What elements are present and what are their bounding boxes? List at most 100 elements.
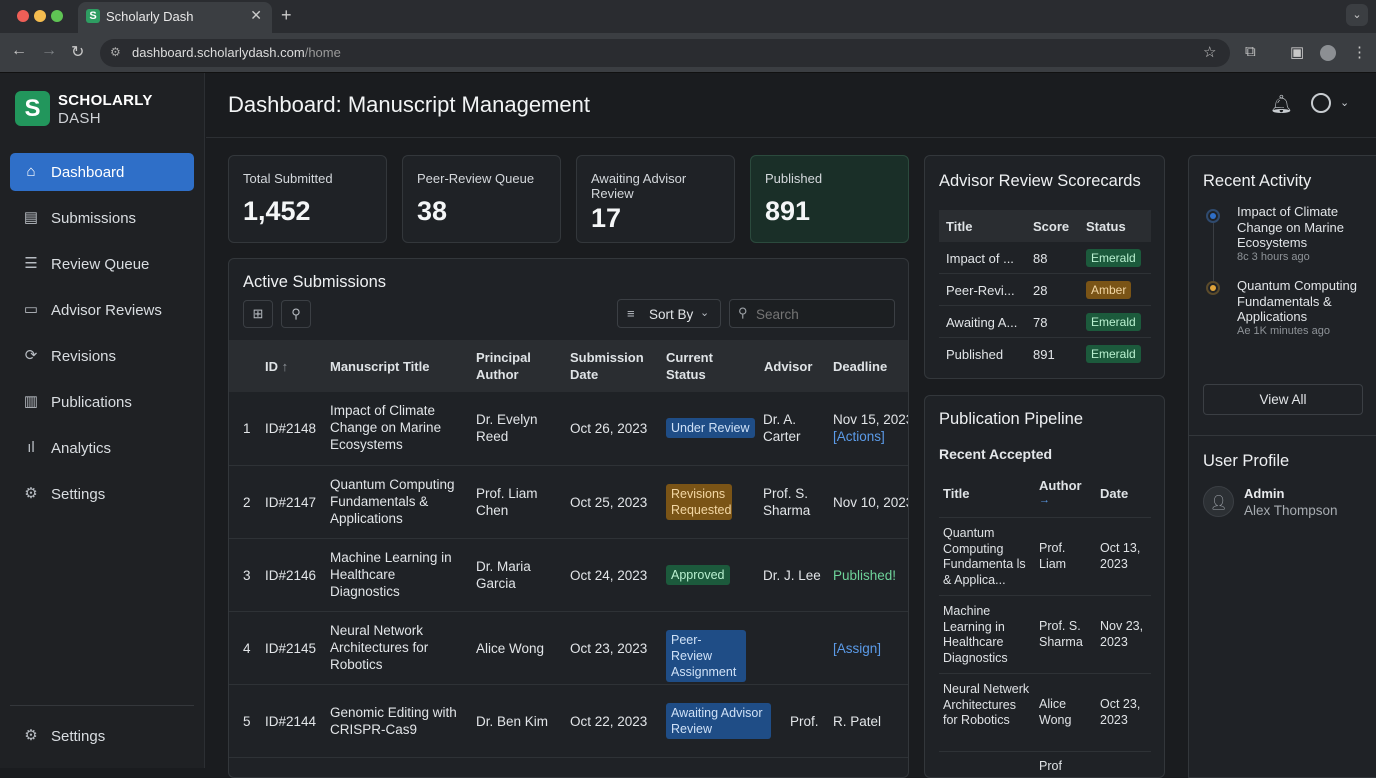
sort-by-dropdown[interactable]: ≡ Sort By ⌄ [617,299,721,328]
row-deadline: Nov 15, 2023 [833,412,909,427]
table-row[interactable]: 3 ID#2146 Machine Learning in Healthcare… [229,539,908,611]
pipeline-row[interactable]: Prof [939,753,1151,777]
side-panel-icon[interactable]: ▣ [1290,43,1304,61]
row-actions-link[interactable]: [Actions] [833,428,885,445]
search-input[interactable] [756,304,886,324]
column-header-id[interactable]: ID ↑ [265,358,288,375]
table-row[interactable]: 1 ID#2148 Impact of Climate Change on Ma… [229,392,909,465]
new-tab-icon[interactable]: + [281,5,292,26]
pipeline-author: Alice Wong [1039,697,1072,727]
browser-tab[interactable]: S Scholarly Dash ✕ [78,2,272,33]
active-submissions-panel: Active Submissions ⊞ ⚲ ≡ Sort By ⌄ ⚲ ID … [228,258,909,778]
pipeline-row[interactable]: Machine Learning in Healthcare Diagnosti… [939,597,1151,674]
pipeline-date: Oct 13, 2023 [1100,541,1141,571]
user-account-icon[interactable] [1311,93,1331,113]
sidebar-item-label: Advisor Reviews [51,302,162,319]
row-advisor: Dr. A. Carter [763,412,801,444]
row-number: 3 [243,568,251,583]
column-header-deadline[interactable]: Deadline [833,358,887,375]
address-bar[interactable]: ⚙ dashboard.scholarlydash.com/home [100,39,1230,67]
row-title[interactable]: Quantum Computing Fundamentals & Applica… [330,476,460,527]
column-header-advisor[interactable]: Advisor [764,358,812,375]
sidebar-item-advisor-reviews[interactable]: ▭ Advisor Reviews [10,291,194,329]
row-id: ID#2144 [265,714,317,729]
browser-menu-icon[interactable]: ⋮ [1352,43,1367,61]
scorecard-row[interactable]: Peer-Revi... 28 Amber [939,274,1151,306]
page-title: Dashboard: Manuscript Management [228,92,590,117]
stat-card-total-submitted[interactable]: Total Submitted 1,452 [228,155,387,243]
window-close-control[interactable] [17,10,29,22]
status-badge: Awaiting Advisor Review [666,703,771,739]
column-header-date[interactable]: Submission Date [570,349,650,383]
tab-close-icon[interactable]: ✕ [250,7,262,24]
sidebar-divider [10,705,194,706]
chevron-down-icon[interactable]: ⌄ [1340,96,1349,109]
notification-bell-icon[interactable]: 🔔︎ [1270,94,1293,115]
sidebar-item-submissions[interactable]: ▤ Submissions [10,199,194,237]
panel-divider [1189,435,1376,436]
column-header-status[interactable]: Current Status [666,349,726,383]
table-header: ID ↑ Manuscript Title Principal Author S… [229,340,908,392]
sidebar-item-revisions[interactable]: ⟳ Revisions [10,337,194,375]
bookmark-star-icon[interactable]: ☆ [1203,43,1216,61]
scorecard-row[interactable]: Awaiting A... 78 Emerald [939,306,1151,338]
view-all-button[interactable]: View All [1203,384,1363,415]
site-info-icon[interactable]: ⚙ [110,45,121,59]
sidebar-footer-settings[interactable]: ⚙ Settings [10,717,194,755]
scorecard-row[interactable]: Published 891 Emerald [939,338,1151,370]
status-badge: Emerald [1086,345,1141,363]
row-title[interactable]: Machine Learning in Healthcare Diagnosti… [330,549,460,600]
table-row[interactable]: 5 ID#2144 Genomic Editing with CRISPR-Ca… [229,685,908,757]
back-arrow-icon[interactable]: ← [11,42,27,60]
reload-icon[interactable]: ↻ [71,42,84,62]
filter-search-icon[interactable]: ⚲ [281,300,311,328]
activity-text[interactable]: Quantum Computing Fundamentals & Applica… [1237,278,1372,325]
stat-card-awaiting-advisor-review[interactable]: Awaiting Advisor Review 17 [576,155,735,243]
sidebar-item-review-queue[interactable]: ☰ Review Queue [10,245,194,283]
pipeline-header: Title Author → Date [939,472,1151,518]
pipeline-row[interactable]: Quantum Computing Fundamenta ls & Applic… [939,519,1151,596]
row-title[interactable]: Impact of Climate Change on Marine Ecosy… [330,402,460,453]
row-title[interactable]: Neural Network Architectures for Robotic… [330,622,460,673]
url-text[interactable]: dashboard.scholarlydash.com/home [132,45,341,60]
refresh-icon: ⟳ [24,347,38,364]
sidebar-item-publications[interactable]: ▥ Publications [10,383,194,421]
table-row[interactable]: 2 ID#2147 Quantum Computing Fundamentals… [229,466,908,538]
browser-profile-avatar[interactable] [1320,45,1336,61]
activity-text[interactable]: Impact of Climate Change on Marine Ecosy… [1237,204,1372,251]
stat-card-published[interactable]: Published 891 [750,155,909,243]
row-assign-link[interactable]: [Assign] [833,640,881,657]
row-number: 4 [243,641,251,656]
table-row[interactable]: 4 ID#2145 Neural Network Architectures f… [229,612,908,684]
row-advisor: Prof. S. Sharma [763,486,811,518]
forward-arrow-icon[interactable]: → [41,42,57,60]
row-title[interactable]: Genomic Editing with CRISPR-Cas9 [330,704,465,738]
timeline-line [1213,216,1214,286]
row-date: Oct 25, 2023 [570,495,648,510]
stat-card-peer-review-queue[interactable]: Peer-Review Queue 38 [402,155,561,243]
window-minimize-control[interactable] [34,10,46,22]
extensions-puzzle-icon[interactable]: ⧉ [1245,43,1256,60]
tab-search-chevron-icon[interactable]: ⌄ [1346,4,1368,26]
row-author: Dr. Ben Kim [476,714,549,729]
window-maximize-control[interactable] [51,10,63,22]
pipeline-title: Machine Learning in Healthcare Diagnosti… [943,604,1008,665]
column-header-title: Title [943,486,970,501]
search-box[interactable]: ⚲ [729,299,895,328]
pipeline-row[interactable]: Neural Netwerk Architectures for Robotic… [939,675,1151,752]
pipeline-author: Prof [1039,759,1062,773]
sidebar-item-analytics[interactable]: ıl Analytics [10,429,194,467]
column-header-title[interactable]: Manuscript Title [330,358,429,375]
scorecard-score: 28 [1033,283,1048,298]
row-number: 5 [243,714,251,729]
stat-label: Total Submitted [243,171,333,186]
scorecard-row[interactable]: Impact of ... 88 Emerald [939,242,1151,274]
scorecard-title: Peer-Revi... [946,283,1015,298]
stat-label: Awaiting Advisor Review [591,171,687,201]
column-header-author[interactable]: Principal Author [476,349,546,383]
grid-view-icon[interactable]: ⊞ [243,300,273,328]
sidebar-item-settings[interactable]: ⚙ Settings [10,475,194,513]
row-id: ID#2148 [265,421,317,436]
avatar[interactable]: 👤︎ [1203,486,1234,517]
sidebar-item-dashboard[interactable]: ⌂ Dashboard [10,153,194,191]
